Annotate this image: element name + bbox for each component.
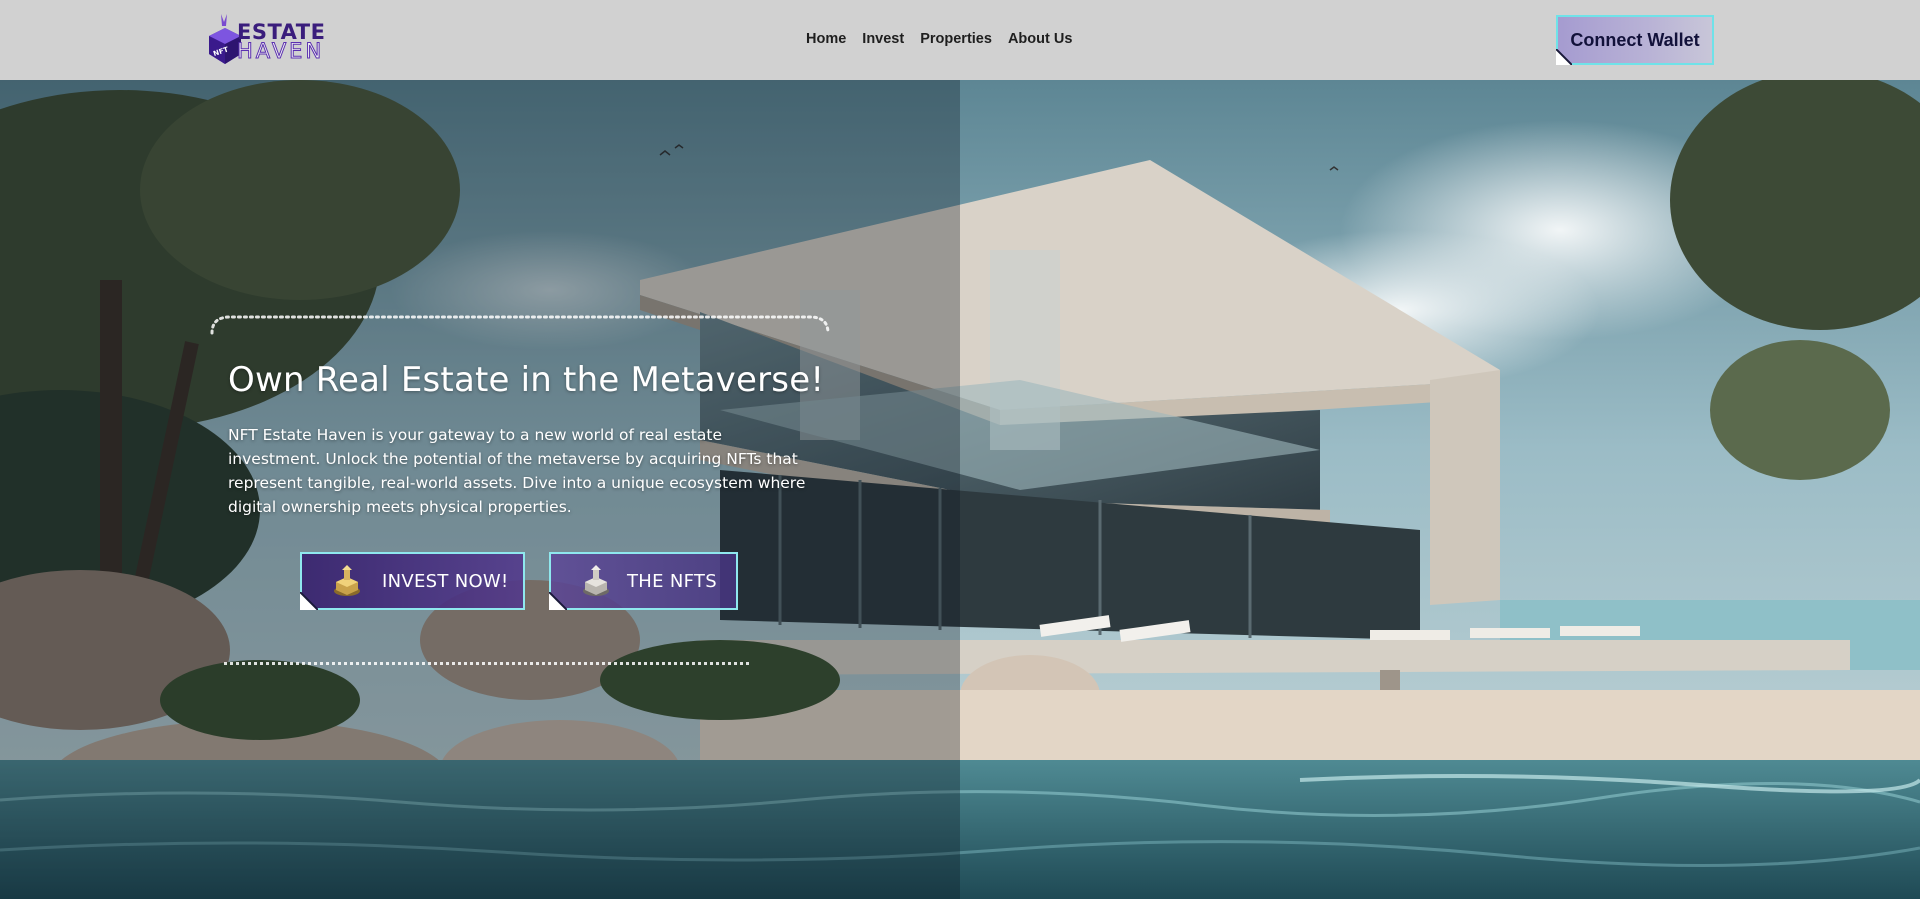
main-nav: Home Invest Properties About Us: [806, 31, 1072, 47]
gold-property-token-icon: [334, 565, 360, 596]
corner-notch-decoration: [1556, 49, 1572, 65]
connect-wallet-label: Connect Wallet: [1570, 29, 1700, 50]
hero-section: Own Real Estate in the Metaverse! NFT Es…: [0, 80, 1920, 899]
silver-property-token-icon: [583, 565, 609, 596]
logo-wordmark: ESTATE HAVEN: [236, 22, 325, 63]
dotted-frame-top-decoration: [210, 315, 830, 335]
connect-wallet-button[interactable]: Connect Wallet: [1556, 15, 1714, 65]
site-header: NFT ESTATE HAVEN Home Invest Properties …: [0, 0, 1920, 80]
corner-notch-decoration: [300, 592, 318, 610]
corner-notch-decoration: [549, 592, 567, 610]
invest-now-button[interactable]: INVEST NOW!: [300, 552, 525, 610]
nav-invest[interactable]: Invest: [862, 31, 904, 47]
nav-about-us[interactable]: About Us: [1008, 31, 1072, 47]
hero-description: NFT Estate Haven is your gateway to a ne…: [228, 426, 806, 516]
logo-word-haven: HAVEN: [236, 39, 325, 63]
estate-haven-logo[interactable]: NFT ESTATE HAVEN: [205, 12, 325, 68]
the-nfts-label: THE NFTS: [627, 570, 717, 592]
dotted-frame-bottom-decoration: [224, 662, 749, 669]
the-nfts-button[interactable]: THE NFTS: [549, 552, 738, 610]
nav-home[interactable]: Home: [806, 31, 846, 47]
hero-content: Own Real Estate in the Metaverse! NFT Es…: [0, 80, 960, 899]
nav-properties[interactable]: Properties: [920, 31, 992, 47]
hero-title: Own Real Estate in the Metaverse!: [228, 360, 825, 400]
invest-now-label: INVEST NOW!: [382, 570, 509, 592]
